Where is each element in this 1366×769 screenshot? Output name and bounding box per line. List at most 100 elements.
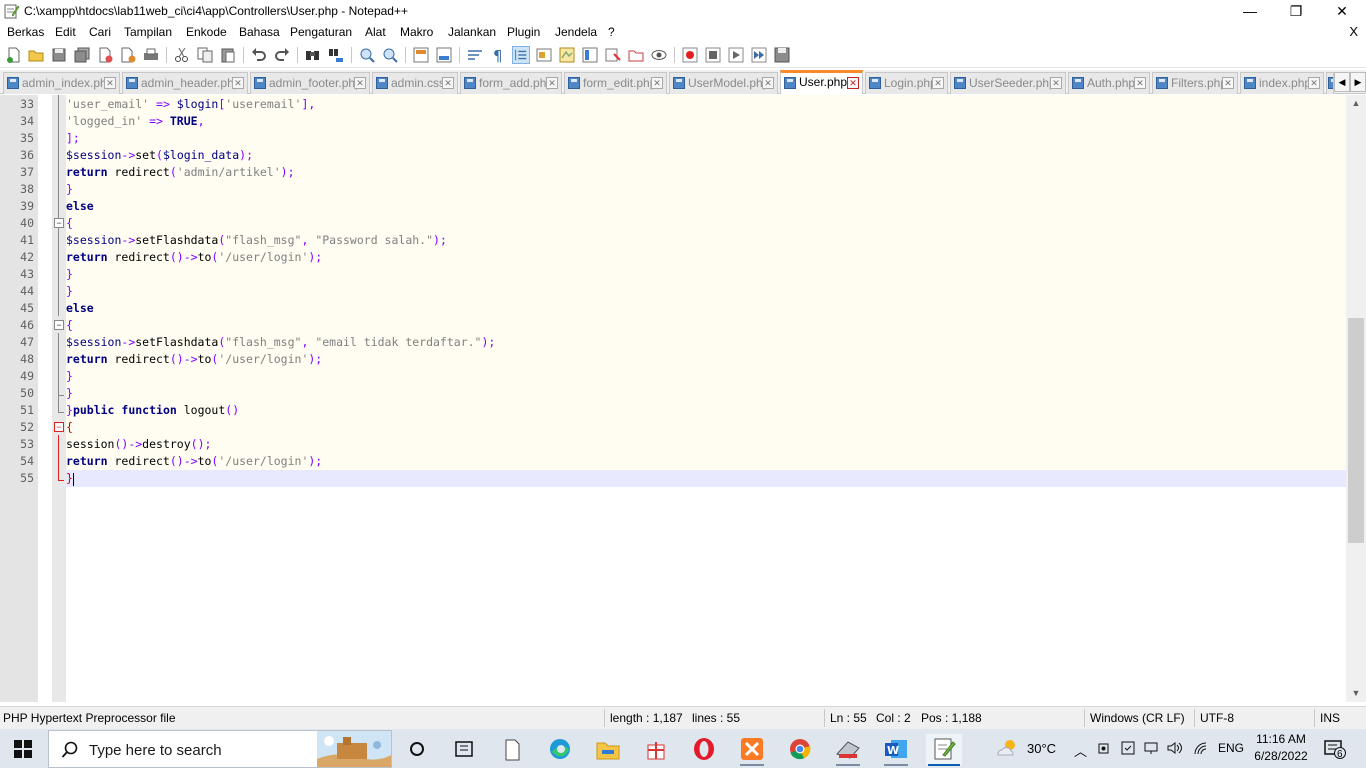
edge-browser-icon[interactable] <box>542 734 578 766</box>
code-line[interactable]: 'logged_in' => TRUE, <box>66 113 205 130</box>
redo-icon[interactable] <box>273 46 291 64</box>
tab-close-icon[interactable]: ✕ <box>651 77 663 89</box>
word-icon[interactable]: W <box>878 734 914 766</box>
file-icon[interactable] <box>494 734 530 766</box>
tab-close-icon[interactable]: ✕ <box>232 77 244 89</box>
function-list-icon[interactable] <box>581 46 599 64</box>
indent-guide-icon[interactable] <box>512 46 530 64</box>
code-line[interactable]: return redirect()->to('/user/login'); <box>66 351 322 368</box>
replace-icon[interactable] <box>327 46 345 64</box>
define-language-icon[interactable] <box>535 46 553 64</box>
code-line[interactable]: } <box>66 470 73 487</box>
vertical-scrollbar[interactable]: ▲ ▼ <box>1346 95 1366 702</box>
code-line[interactable]: }public function logout() <box>66 402 239 419</box>
menu-jendela[interactable]: Jendela <box>555 25 597 39</box>
tab-close-icon[interactable]: ✕ <box>762 77 774 89</box>
code-line[interactable]: session()->destroy(); <box>66 436 211 453</box>
code-line[interactable]: ]; <box>66 130 80 147</box>
tab-scroll-right-icon[interactable]: ▶ <box>1350 72 1366 92</box>
menu-enkode[interactable]: Enkode <box>186 25 227 39</box>
copy-icon[interactable] <box>196 46 214 64</box>
network-icon[interactable] <box>1143 740 1159 756</box>
sync-vertical-icon[interactable] <box>412 46 430 64</box>
scrollbar-thumb[interactable] <box>1348 318 1364 543</box>
input-language[interactable]: ENG <box>1218 741 1244 755</box>
code-line[interactable]: { <box>66 215 73 232</box>
security-icon[interactable] <box>1120 740 1136 756</box>
menu-tampilan[interactable]: Tampilan <box>124 25 172 39</box>
folder-icon[interactable] <box>627 46 645 64</box>
minimize-button[interactable]: — <box>1227 0 1273 22</box>
close-button[interactable]: ✕ <box>1319 0 1365 22</box>
code-line[interactable]: } <box>66 385 73 402</box>
run-macro-multiple-icon[interactable] <box>750 46 768 64</box>
xampp-icon[interactable] <box>734 734 770 766</box>
status-encoding[interactable]: UTF-8 <box>1200 711 1234 725</box>
monitoring-icon[interactable] <box>650 46 668 64</box>
tab-overflow[interactable] <box>1326 72 1334 94</box>
fold-toggle-icon[interactable]: − <box>54 218 64 228</box>
sync-horizontal-icon[interactable] <box>435 46 453 64</box>
code-line[interactable]: return redirect()->to('/user/login'); <box>66 453 322 470</box>
opera-browser-icon[interactable] <box>686 734 722 766</box>
widgets-icon[interactable] <box>446 734 482 766</box>
tab-close-icon[interactable]: ✕ <box>104 77 116 89</box>
save-macro-icon[interactable] <box>773 46 791 64</box>
zoom-in-icon[interactable] <box>358 46 376 64</box>
tab-scroll-left-icon[interactable]: ◀ <box>1334 72 1350 92</box>
scroll-up-icon[interactable]: ▲ <box>1346 95 1366 112</box>
scroll-down-icon[interactable]: ▼ <box>1346 685 1366 702</box>
tab-admin-header[interactable]: admin_header.php ✕ <box>122 72 248 94</box>
windows-start-icon[interactable] <box>14 740 32 758</box>
record-macro-icon[interactable] <box>681 46 699 64</box>
word-wrap-icon[interactable] <box>466 46 484 64</box>
task-view-icon[interactable] <box>399 734 435 766</box>
open-file-icon[interactable] <box>27 46 45 64</box>
save-icon[interactable] <box>50 46 68 64</box>
maximize-button[interactable]: ❐ <box>1273 0 1319 22</box>
code-line[interactable]: } <box>66 266 73 283</box>
code-line[interactable]: else <box>66 300 94 317</box>
wifi-icon[interactable] <box>1192 740 1210 756</box>
gift-app-icon[interactable] <box>638 734 674 766</box>
new-file-icon[interactable] <box>5 46 23 64</box>
tab-user[interactable]: User.php ✕ <box>780 70 863 94</box>
tab-form-add[interactable]: form_add.php ✕ <box>460 72 562 94</box>
menu-berkas[interactable]: Berkas <box>7 25 44 39</box>
tab-close-icon[interactable]: ✕ <box>1050 77 1062 89</box>
close-all-icon[interactable] <box>119 46 137 64</box>
code-line[interactable]: } <box>66 181 73 198</box>
tab-admin-footer[interactable]: admin_footer.php ✕ <box>250 72 370 94</box>
menu-pengaturan[interactable]: Pengaturan <box>290 25 352 39</box>
taskbar-search-box[interactable]: Type here to search <box>48 730 392 768</box>
clock-time[interactable]: 11:16 AM <box>1256 732 1306 746</box>
code-line[interactable]: { <box>66 419 73 436</box>
meet-now-icon[interactable] <box>1097 740 1113 756</box>
tab-admin-css[interactable]: admin.css ✕ <box>372 72 458 94</box>
code-line[interactable]: $session->set($login_data); <box>66 147 253 164</box>
menu-alat[interactable]: Alat <box>365 25 386 39</box>
menu-bahasa[interactable]: Bahasa <box>239 25 280 39</box>
tab-user-model[interactable]: UserModel.php ✕ <box>669 72 778 94</box>
file-explorer-icon[interactable] <box>590 734 626 766</box>
close-document-button[interactable]: X <box>1349 24 1358 39</box>
zoom-out-icon[interactable] <box>381 46 399 64</box>
tab-close-icon[interactable]: ✕ <box>847 77 859 89</box>
code-line[interactable]: } <box>66 368 73 385</box>
tab-close-icon[interactable]: ✕ <box>1222 77 1234 89</box>
code-line[interactable]: } <box>66 283 73 300</box>
code-editor[interactable]: 33 'user_email' => $login['useremail'], 34… <box>0 95 1346 702</box>
show-all-characters-icon[interactable]: ¶ <box>489 46 507 64</box>
menu-makro[interactable]: Makro <box>400 25 433 39</box>
folder-as-workspace-icon[interactable] <box>604 46 622 64</box>
clock-date[interactable]: 6/28/2022 <box>1252 749 1310 763</box>
find-icon[interactable] <box>304 46 322 64</box>
status-insert-mode[interactable]: INS <box>1320 711 1340 725</box>
code-line[interactable]: else <box>66 198 94 215</box>
tab-close-icon[interactable]: ✕ <box>546 77 558 89</box>
weather-temperature[interactable]: 30°C <box>1027 741 1056 756</box>
menu-plugin[interactable]: Plugin <box>507 25 540 39</box>
volume-icon[interactable] <box>1166 740 1184 756</box>
status-eol[interactable]: Windows (CR LF) <box>1090 711 1185 725</box>
tab-admin-index[interactable]: admin_index.php ✕ <box>3 72 120 94</box>
